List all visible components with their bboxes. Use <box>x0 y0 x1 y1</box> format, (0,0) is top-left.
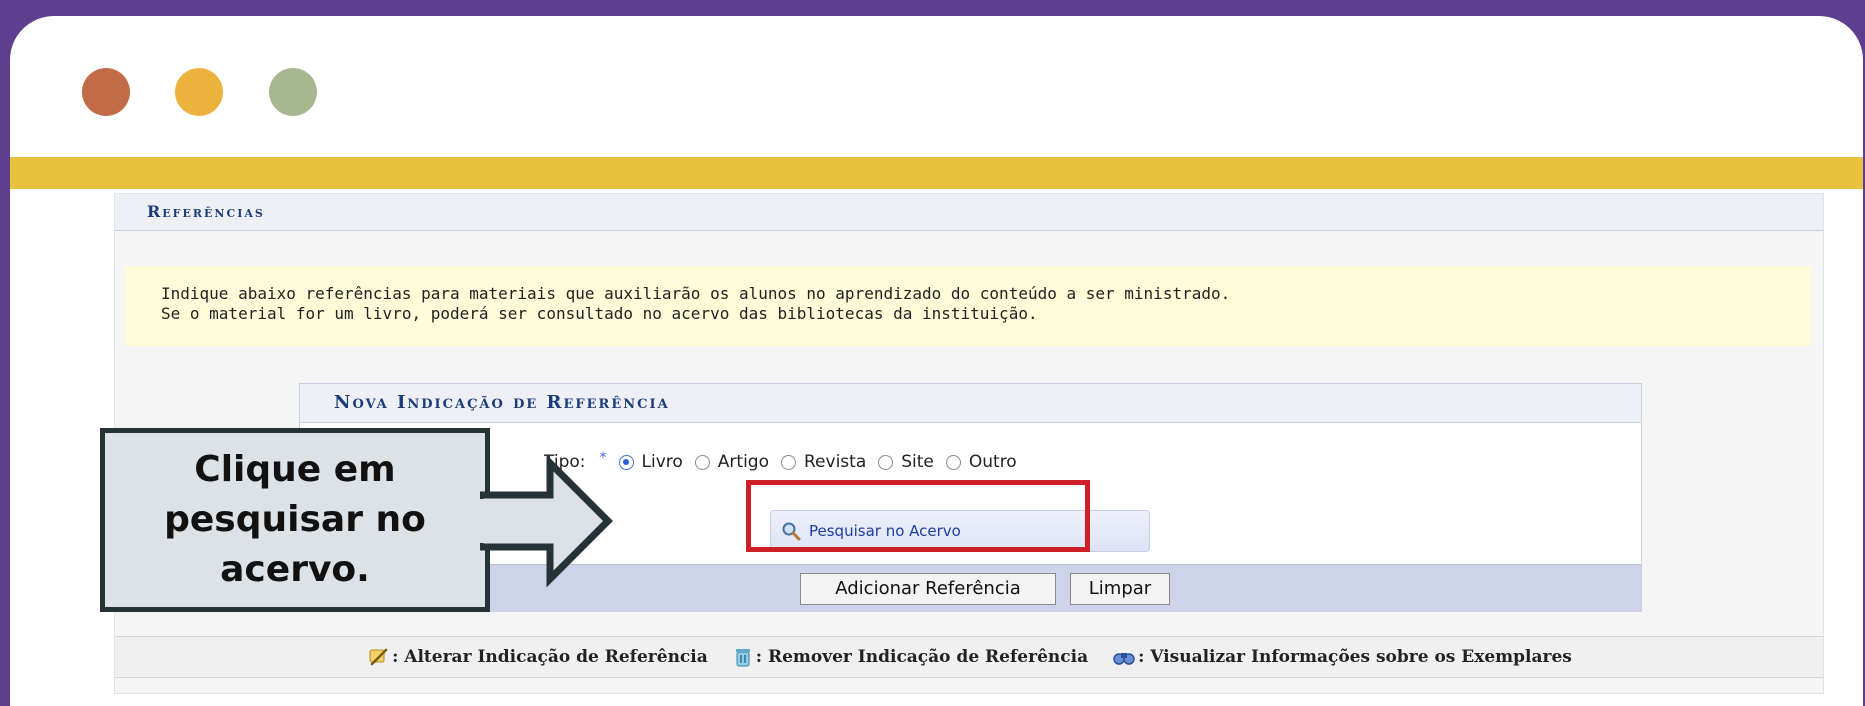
radio-site-label[interactable]: Site <box>901 452 934 472</box>
new-reference-title: Nova Indicação de Referência <box>300 384 1641 423</box>
legend-remove-text: : Remover Indicação de Referência <box>755 647 1089 667</box>
legend-edit: : Alterar Indicação de Referência <box>366 646 708 668</box>
search-highlight-box <box>746 480 1090 552</box>
notice-line-2: Se o material for um livro, poderá ser c… <box>161 304 1038 323</box>
radio-artigo[interactable]: Artigo <box>694 452 769 472</box>
instruction-callout: Clique em pesquisar no acervo. <box>100 428 490 612</box>
legend-view: : Visualizar Informações sobre os Exempl… <box>1112 646 1572 668</box>
minimize-window-dot[interactable] <box>175 68 223 116</box>
radio-livro-control[interactable] <box>618 454 634 470</box>
radio-artigo-control[interactable] <box>694 454 710 470</box>
close-window-dot[interactable] <box>82 68 130 116</box>
callout-line-2: pesquisar no <box>164 499 426 540</box>
clear-button[interactable]: Limpar <box>1070 573 1170 605</box>
callout-line-1: Clique em <box>194 449 396 490</box>
legend-view-text: : Visualizar Informações sobre os Exempl… <box>1138 647 1572 667</box>
radio-site-control[interactable] <box>878 454 894 470</box>
radio-outro-label[interactable]: Outro <box>969 452 1017 472</box>
header-stripe <box>10 157 1863 189</box>
radio-revista-control[interactable] <box>781 454 796 470</box>
maximize-window-dot[interactable] <box>269 68 317 116</box>
radio-site[interactable]: Site <box>878 452 934 472</box>
radio-artigo-label[interactable]: Artigo <box>718 452 769 472</box>
radio-revista-label[interactable]: Revista <box>804 452 866 472</box>
radio-revista[interactable]: Revista <box>781 452 866 472</box>
legend-edit-text: : Alterar Indicação de Referência <box>392 647 708 667</box>
notice-line-1: Indique abaixo referências para materiai… <box>161 284 1231 303</box>
callout-line-3: acervo. <box>220 549 370 590</box>
legend-remove: : Remover Indicação de Referência <box>732 646 1088 668</box>
callout-arrow-icon <box>480 455 613 587</box>
references-title: Referências <box>115 194 1823 231</box>
radio-livro-label[interactable]: Livro <box>642 452 683 472</box>
binoculars-icon <box>1113 653 1135 665</box>
radio-outro[interactable]: Outro <box>945 452 1017 472</box>
info-notice: Indique abaixo referências para materiai… <box>125 266 1811 346</box>
radio-livro[interactable]: Livro <box>618 452 683 472</box>
trash-icon <box>735 649 750 667</box>
radio-outro-control[interactable] <box>945 454 961 470</box>
icon-legend: : Alterar Indicação de Referência : Remo… <box>115 636 1823 678</box>
pencil-icon <box>369 648 388 666</box>
add-reference-button[interactable]: Adicionar Referência <box>800 573 1056 605</box>
